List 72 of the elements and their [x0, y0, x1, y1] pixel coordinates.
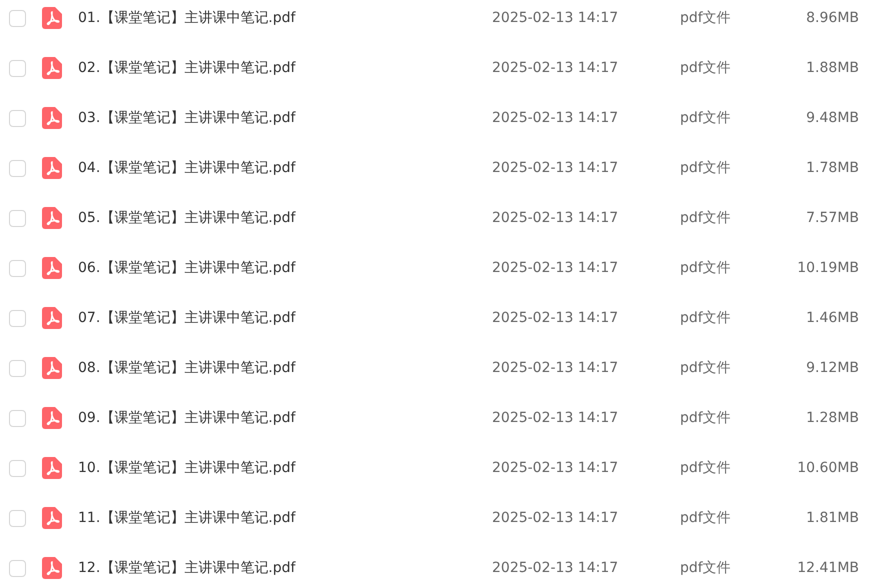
file-type: pdf文件 [680, 210, 731, 226]
modified-date: 2025-02-13 14:17 [492, 310, 618, 326]
file-name[interactable]: 02.【课堂笔记】主讲课中笔记.pdf [78, 60, 296, 76]
file-name[interactable]: 05.【课堂笔记】主讲课中笔记.pdf [78, 210, 296, 226]
file-size: 8.96MB [806, 10, 859, 26]
checkbox[interactable] [9, 210, 26, 226]
file-name[interactable]: 01.【课堂笔记】主讲课中笔记.pdf [78, 10, 296, 26]
modified-date: 2025-02-13 14:17 [492, 410, 618, 426]
file-type: pdf文件 [680, 60, 731, 76]
file-size: 1.81MB [806, 510, 859, 526]
modified-date: 2025-02-13 14:17 [492, 510, 618, 526]
file-name[interactable]: 12.【课堂笔记】主讲课中笔记.pdf [78, 560, 296, 576]
file-size: 1.28MB [806, 410, 859, 426]
modified-date: 2025-02-13 14:17 [492, 210, 618, 226]
pdf-file-icon [42, 107, 62, 129]
pdf-file-icon [42, 407, 62, 429]
file-size: 1.78MB [806, 160, 859, 176]
file-size: 12.41MB [797, 560, 859, 576]
modified-date: 2025-02-13 14:17 [492, 10, 618, 26]
file-size: 1.46MB [806, 310, 859, 326]
file-name[interactable]: 10.【课堂笔记】主讲课中笔记.pdf [78, 460, 296, 476]
modified-date: 2025-02-13 14:17 [492, 360, 618, 376]
checkbox[interactable] [9, 510, 26, 526]
file-type: pdf文件 [680, 460, 731, 476]
file-type: pdf文件 [680, 410, 731, 426]
file-type: pdf文件 [680, 360, 731, 376]
file-name[interactable]: 07.【课堂笔记】主讲课中笔记.pdf [78, 310, 296, 326]
file-size: 9.12MB [806, 360, 859, 376]
checkbox[interactable] [9, 10, 26, 26]
file-type: pdf文件 [680, 560, 731, 576]
file-name[interactable]: 04.【课堂笔记】主讲课中笔记.pdf [78, 160, 296, 176]
file-name[interactable]: 11.【课堂笔记】主讲课中笔记.pdf [78, 510, 296, 526]
checkbox[interactable] [9, 260, 26, 276]
file-name[interactable]: 09.【课堂笔记】主讲课中笔记.pdf [78, 410, 296, 426]
checkbox[interactable] [9, 560, 26, 576]
modified-date: 2025-02-13 14:17 [492, 110, 618, 126]
checkbox[interactable] [9, 310, 26, 326]
checkbox[interactable] [9, 110, 26, 126]
checkbox[interactable] [9, 160, 26, 176]
file-type: pdf文件 [680, 10, 731, 26]
pdf-file-icon [42, 157, 62, 179]
checkbox[interactable] [9, 60, 26, 76]
checkbox[interactable] [9, 360, 26, 376]
pdf-file-icon [42, 257, 62, 279]
pdf-file-icon [42, 57, 62, 79]
file-type: pdf文件 [680, 260, 731, 276]
modified-date: 2025-02-13 14:17 [492, 460, 618, 476]
file-type: pdf文件 [680, 160, 731, 176]
pdf-file-icon [42, 207, 62, 229]
file-type: pdf文件 [680, 510, 731, 526]
file-size: 10.19MB [797, 260, 859, 276]
pdf-file-icon [42, 557, 62, 579]
file-size: 10.60MB [797, 460, 859, 476]
pdf-file-icon [42, 507, 62, 529]
file-name[interactable]: 08.【课堂笔记】主讲课中笔记.pdf [78, 360, 296, 376]
pdf-file-icon [42, 307, 62, 329]
pdf-file-icon [42, 357, 62, 379]
file-name[interactable]: 06.【课堂笔记】主讲课中笔记.pdf [78, 260, 296, 276]
file-size: 1.88MB [806, 60, 859, 76]
checkbox[interactable] [9, 410, 26, 426]
file-name[interactable]: 03.【课堂笔记】主讲课中笔记.pdf [78, 110, 296, 126]
file-type: pdf文件 [680, 110, 731, 126]
modified-date: 2025-02-13 14:17 [492, 160, 618, 176]
file-size: 7.57MB [806, 210, 859, 226]
file-type: pdf文件 [680, 310, 731, 326]
modified-date: 2025-02-13 14:17 [492, 60, 618, 76]
pdf-file-icon [42, 7, 62, 29]
checkbox[interactable] [9, 460, 26, 476]
file-size: 9.48MB [806, 110, 859, 126]
modified-date: 2025-02-13 14:17 [492, 260, 618, 276]
pdf-file-icon [42, 457, 62, 479]
modified-date: 2025-02-13 14:17 [492, 560, 618, 576]
